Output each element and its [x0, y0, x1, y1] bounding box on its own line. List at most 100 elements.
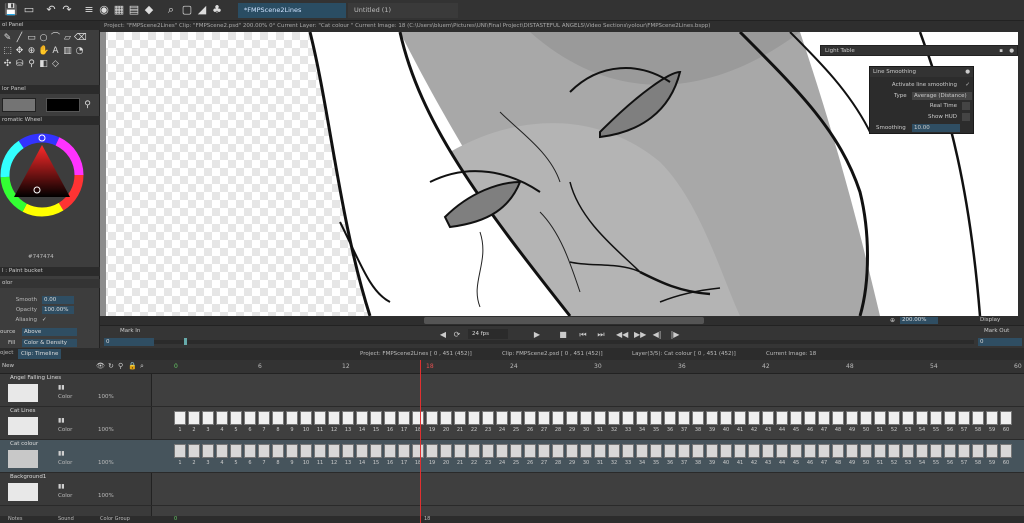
frame-cell[interactable] [356, 444, 368, 458]
frame-cell[interactable] [930, 444, 942, 458]
frame-cell[interactable] [496, 411, 508, 425]
tab-notes[interactable]: Notes [8, 516, 22, 523]
eyedropper-tool-icon[interactable]: ⚲ [26, 59, 37, 70]
frame-cell[interactable] [314, 444, 326, 458]
frame-cell[interactable] [650, 444, 662, 458]
frame-cell[interactable] [342, 411, 354, 425]
frame-cell[interactable] [818, 444, 830, 458]
frame-cell[interactable] [832, 411, 844, 425]
tab-fmpscene2lines[interactable]: *FMPScene2Lines [238, 3, 346, 18]
track-cat-colour[interactable]: 1 2 3 4 5 6 7 8 9 10 11 12 13 14 15 16 17 18 19 20 21 22 23 24 2… [152, 440, 1024, 473]
frame-cell[interactable] [370, 411, 382, 425]
link-icon[interactable]: ↻ [108, 362, 114, 370]
frame-cell[interactable] [230, 444, 242, 458]
sound-icon[interactable]: ◀ [438, 330, 448, 340]
frame-cell[interactable] [244, 444, 256, 458]
layer-icon[interactable]: ▤ [127, 3, 141, 17]
frame-cell[interactable] [902, 444, 914, 458]
frame-cell[interactable] [174, 411, 186, 425]
frame-cell[interactable] [608, 411, 620, 425]
frame-cell[interactable] [454, 411, 466, 425]
frame-cell[interactable] [972, 444, 984, 458]
lock-icon[interactable]: 🔒 [128, 362, 137, 370]
frame-cell[interactable] [384, 444, 396, 458]
smooth-value[interactable]: 0.00 [42, 296, 74, 304]
pin-icon[interactable]: ⚲ [118, 362, 123, 370]
frame-cell[interactable] [986, 411, 998, 425]
palette-menu-icon[interactable]: ▪ [999, 46, 1003, 57]
frame-cell[interactable] [972, 411, 984, 425]
redo-icon[interactable]: ↷ [60, 3, 74, 17]
frame-cell[interactable] [454, 444, 466, 458]
frame-cell[interactable] [958, 444, 970, 458]
frame-cell[interactable] [468, 444, 480, 458]
layer-row[interactable]: Cat Lines ▮▮ Color 100% [0, 407, 152, 440]
frame-cell[interactable] [412, 411, 424, 425]
frame-cell[interactable] [510, 411, 522, 425]
frame-cell[interactable] [482, 444, 494, 458]
frame-cell[interactable] [258, 411, 270, 425]
frame-cell[interactable] [580, 411, 592, 425]
frame-cell[interactable] [804, 411, 816, 425]
frame-cell[interactable] [328, 411, 340, 425]
frame-tool-icon[interactable]: ◧ [38, 59, 49, 70]
timeline-ruler[interactable]: 0 6 12 18 24 30 36 42 48 54 60 [152, 360, 1024, 374]
frame-cell[interactable] [482, 411, 494, 425]
main-color-swatch[interactable] [2, 98, 36, 112]
frame-cell[interactable] [342, 444, 354, 458]
frame-cell[interactable] [580, 444, 592, 458]
sub-color-swatch[interactable] [46, 98, 80, 112]
source-value[interactable]: Above [22, 328, 77, 336]
frame-cell[interactable] [286, 411, 298, 425]
frame-cell[interactable] [944, 411, 956, 425]
frame-cell[interactable] [692, 411, 704, 425]
frame-cell[interactable] [846, 444, 858, 458]
frame-cell[interactable] [594, 444, 606, 458]
frame-cell[interactable] [706, 444, 718, 458]
frame-cell[interactable] [734, 444, 746, 458]
tab-clip-timeline[interactable]: Clip: Timeline [18, 349, 62, 359]
frame-cell[interactable] [496, 444, 508, 458]
layer-row[interactable]: Angel Falling Lines ▮▮ Color 100% [0, 374, 152, 407]
mark-slider[interactable] [154, 340, 974, 344]
horizontal-scrollbar[interactable] [424, 317, 704, 324]
frame-cell[interactable] [426, 411, 438, 425]
frame-cell[interactable] [916, 411, 928, 425]
frame-cell[interactable] [552, 411, 564, 425]
frame-cell[interactable] [230, 411, 242, 425]
frame-cell[interactable] [426, 444, 438, 458]
mark-slider-handle[interactable] [184, 338, 187, 345]
frame-cell[interactable] [244, 411, 256, 425]
eraser-tool-icon[interactable]: ⌫ [74, 33, 87, 44]
frame-cell[interactable] [412, 444, 424, 458]
first-frame-icon[interactable]: ⏮ [578, 330, 588, 340]
frame-cell[interactable] [874, 411, 886, 425]
frame-cell[interactable] [538, 444, 550, 458]
grid-icon[interactable]: ▦ [112, 3, 126, 17]
vertical-scrollbar[interactable] [1018, 32, 1024, 316]
prev-key-icon[interactable]: ◀| [652, 330, 662, 340]
smoothing-value[interactable]: 10.00 [912, 124, 960, 132]
frame-cell[interactable] [524, 411, 536, 425]
fps-select[interactable]: 24 fps [468, 329, 508, 339]
frame-cell[interactable] [986, 444, 998, 458]
frame-cell[interactable] [566, 411, 578, 425]
frame-cell[interactable] [608, 444, 620, 458]
frame-cell[interactable] [902, 411, 914, 425]
frame-cell[interactable] [538, 411, 550, 425]
layer-row[interactable]: Cat colour ▮▮ Color 100% [0, 440, 152, 473]
playhead[interactable] [420, 360, 421, 523]
zoom-icon[interactable]: ⊕ [890, 317, 895, 324]
line-tool-icon[interactable]: ╱ [14, 33, 25, 44]
zoom-tool-icon[interactable]: ⊕ [26, 46, 37, 57]
frame-cell[interactable] [790, 444, 802, 458]
aliasing-check-icon[interactable]: ✓ [42, 315, 47, 325]
frame-cell[interactable] [566, 444, 578, 458]
frame-cell[interactable] [216, 444, 228, 458]
gradient-tool-icon[interactable]: ▥ [62, 46, 73, 57]
eyedropper-icon[interactable]: ⚲ [82, 100, 93, 111]
frame-cell[interactable] [650, 411, 662, 425]
next-key-icon[interactable]: |▶ [670, 330, 680, 340]
frame-cell[interactable] [1000, 411, 1012, 425]
layer-row[interactable]: Background1 ▮▮ Color 100% [0, 473, 152, 506]
